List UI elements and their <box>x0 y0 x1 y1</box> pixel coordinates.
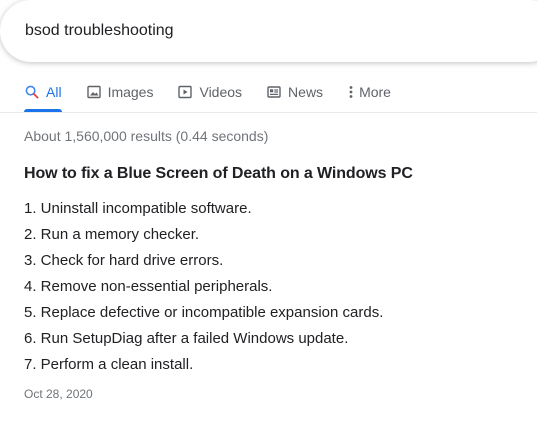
list-item: 4. Remove non-essential peripherals. <box>24 278 273 295</box>
tab-news[interactable]: News <box>266 82 323 102</box>
tab-label: Images <box>107 84 154 100</box>
list-item: 7. Perform a clean install. <box>24 356 194 373</box>
tabs-divider <box>0 112 537 113</box>
list-item: 3. Check for hard drive errors. <box>24 252 224 269</box>
list-item: 2. Run a memory checker. <box>24 226 200 243</box>
news-icon <box>266 84 282 100</box>
list-item: 5. Replace defective or incompatible exp… <box>24 304 384 321</box>
tab-videos[interactable]: Videos <box>177 82 242 102</box>
video-icon <box>177 84 193 100</box>
tab-label: News <box>288 84 324 100</box>
tab-more[interactable]: More <box>347 82 391 102</box>
tab-label: Videos <box>199 84 243 100</box>
more-vert-icon <box>347 84 355 100</box>
featured-snippet-title: How to fix a Blue Screen of Death on a W… <box>24 165 413 182</box>
search-icon <box>24 84 40 100</box>
search-input[interactable] <box>25 21 445 41</box>
featured-snippet-steps: 1. Uninstall incompatible software. 2. R… <box>24 199 383 381</box>
result-stats: About 1,560,000 results (0.44 seconds) <box>24 128 269 144</box>
snippet-date: Oct 28, 2020 <box>24 387 93 401</box>
tab-all[interactable]: All <box>24 82 62 102</box>
tab-images[interactable]: Images <box>86 82 154 102</box>
tab-label: All <box>46 84 62 100</box>
list-item: 6. Run SetupDiag after a failed Windows … <box>24 330 349 347</box>
list-item: 1. Uninstall incompatible software. <box>24 200 252 217</box>
image-icon <box>86 84 102 100</box>
tab-label: More <box>359 84 391 100</box>
search-box[interactable] <box>0 0 537 62</box>
search-tabs: All Images Videos News More <box>24 82 415 110</box>
